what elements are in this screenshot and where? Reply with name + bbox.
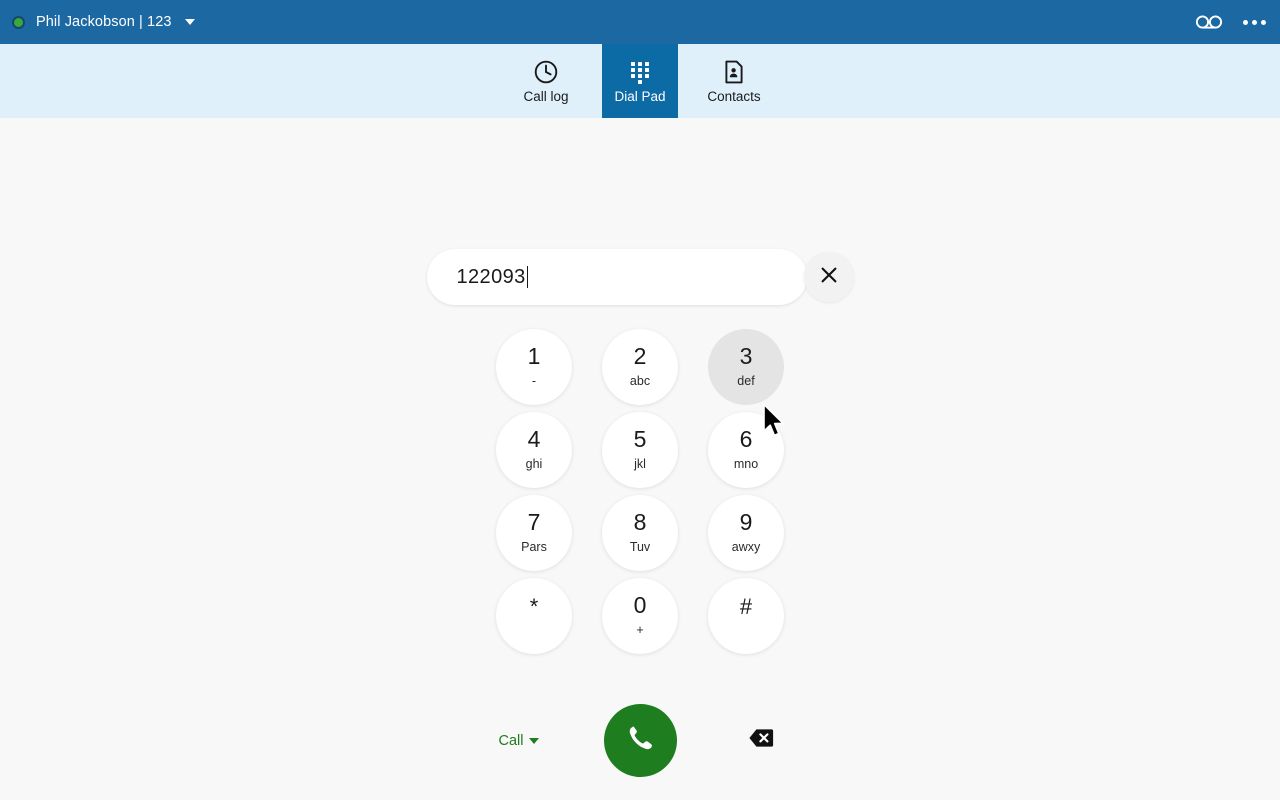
key-1-digit: 1 xyxy=(527,343,541,370)
voicemail-icon[interactable] xyxy=(1195,14,1223,30)
key-9[interactable]: 9 awxy xyxy=(708,494,784,571)
call-button[interactable] xyxy=(603,704,677,777)
text-cursor-caret xyxy=(526,266,528,288)
call-options-dropdown[interactable]: Call xyxy=(481,733,557,749)
key-3[interactable]: 3 def xyxy=(708,328,784,405)
backspace-delete-icon xyxy=(748,728,774,753)
key-4-digit: 4 xyxy=(527,426,541,453)
key-asterisk[interactable]: * xyxy=(496,577,572,654)
key-hash[interactable]: # xyxy=(708,577,784,654)
key-6[interactable]: 6 mno xyxy=(708,411,784,488)
key-8[interactable]: 8 Tuv xyxy=(602,494,678,571)
key-0-letters: + xyxy=(636,623,644,638)
clear-number-button[interactable] xyxy=(803,252,854,302)
tab-label-contacts: Contacts xyxy=(707,88,761,104)
app-header: Phil Jackobson | 123 xyxy=(0,0,1280,44)
key-8-letters: Tuv xyxy=(629,540,651,555)
key-7-letters: Pars xyxy=(521,540,547,555)
key-0[interactable]: 0 + xyxy=(602,577,678,654)
user-name-extension: Phil Jackobson | 123 xyxy=(36,14,172,30)
tab-label-dial-pad: Dial Pad xyxy=(614,88,666,104)
key-5-letters: jkl xyxy=(634,457,646,472)
tab-dial-pad[interactable]: Dial Pad xyxy=(602,44,678,118)
key-asterisk-digit: * xyxy=(529,593,539,619)
dial-pad-keypad: 1 - 2 abc 3 def 4 ghi 5 jkl 6 mno 7 Pars xyxy=(481,325,799,657)
tab-call-log[interactable]: Call log xyxy=(508,44,584,118)
number-input-value: 122093 xyxy=(456,265,526,288)
key-7-digit: 7 xyxy=(527,509,541,536)
key-6-letters: mno xyxy=(733,457,759,472)
key-2-letters: abc xyxy=(629,374,651,389)
dialer-action-row: Call xyxy=(481,704,799,777)
key-hash-digit: # xyxy=(739,593,753,619)
chevron-down-icon[interactable] xyxy=(184,19,195,25)
key-8-digit: 8 xyxy=(633,509,647,536)
contact-card-icon xyxy=(721,59,747,85)
key-4-letters: ghi xyxy=(525,457,543,472)
key-1[interactable]: 1 - xyxy=(496,328,572,405)
dialer-panel: 122093 1 - 2 abc 3 def 4 ghi 5 jkl 6 mno… xyxy=(0,118,1280,800)
presence-available-dot xyxy=(12,15,25,29)
tab-label-call-log: Call log xyxy=(523,88,569,104)
key-2[interactable]: 2 abc xyxy=(602,328,678,405)
header-actions xyxy=(1195,14,1266,30)
phone-handset-icon xyxy=(625,723,655,758)
navigation-tabs: Call log Dial Pad Contacts xyxy=(0,44,1280,118)
key-5[interactable]: 5 jkl xyxy=(602,411,678,488)
header-user-area[interactable]: Phil Jackobson | 123 xyxy=(12,14,195,30)
key-6-digit: 6 xyxy=(739,426,753,453)
backspace-button[interactable] xyxy=(723,728,799,753)
dialpad-grid-icon xyxy=(627,59,653,85)
tab-contacts[interactable]: Contacts xyxy=(696,44,772,118)
key-3-letters: def xyxy=(737,374,755,389)
key-2-digit: 2 xyxy=(633,343,647,370)
call-options-label: Call xyxy=(498,732,524,749)
number-input-field[interactable]: 122093 xyxy=(426,249,807,305)
key-9-digit: 9 xyxy=(739,509,753,536)
key-0-digit: 0 xyxy=(633,592,647,619)
close-x-icon xyxy=(819,265,839,290)
more-options-icon[interactable] xyxy=(1243,19,1266,25)
key-9-letters: awxy xyxy=(731,540,761,555)
clock-icon xyxy=(533,59,559,85)
key-5-digit: 5 xyxy=(633,426,647,453)
key-3-digit: 3 xyxy=(739,343,753,370)
key-1-letters: - xyxy=(531,374,537,389)
key-7[interactable]: 7 Pars xyxy=(496,494,572,571)
key-4[interactable]: 4 ghi xyxy=(496,411,572,488)
chevron-down-icon xyxy=(529,737,540,744)
number-input-row: 122093 xyxy=(0,249,1280,305)
